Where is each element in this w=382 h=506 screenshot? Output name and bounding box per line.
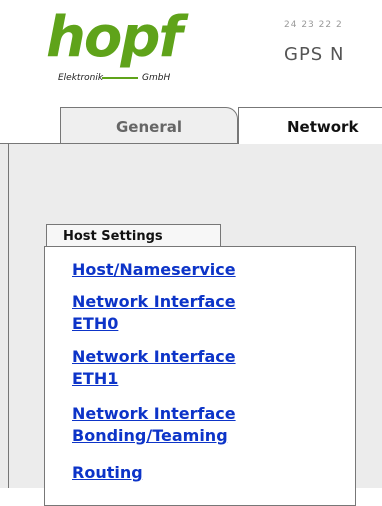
link-bonding-line1: Network Interface [72, 404, 236, 423]
link-host-nameservice-label: Host/Nameservice [72, 260, 236, 279]
logo-subtitle: Elektronik GmbH [58, 73, 248, 89]
link-routing[interactable]: Routing [72, 462, 143, 484]
tab-general[interactable]: General [60, 107, 238, 143]
logo-subtitle-right: GmbH [142, 73, 171, 83]
link-eth1-line2: ETH1 [72, 369, 119, 388]
link-network-interface-bonding[interactable]: Network Interface Bonding/Teaming [72, 403, 236, 447]
product-title: GPS N [284, 44, 345, 65]
link-network-interface-eth0[interactable]: Network Interface ETH0 [72, 291, 236, 335]
link-host-nameservice[interactable]: Host/Nameservice [72, 259, 236, 281]
logo-wordmark: hopf [46, 5, 183, 70]
link-routing-label: Routing [72, 463, 143, 482]
host-settings-tab[interactable]: Host Settings [46, 224, 221, 247]
link-eth1-line1: Network Interface [72, 347, 236, 366]
product-digits: 24 23 22 2 [284, 20, 343, 30]
tab-network[interactable]: Network [238, 107, 382, 144]
link-eth0-line2: ETH0 [72, 314, 119, 333]
link-bonding-line2: Bonding/Teaming [72, 426, 228, 445]
link-eth0-line1: Network Interface [72, 292, 236, 311]
link-network-interface-eth1[interactable]: Network Interface ETH1 [72, 346, 236, 390]
content-left-border [8, 143, 9, 488]
logo-subtitle-left: Elektronik [58, 73, 104, 83]
